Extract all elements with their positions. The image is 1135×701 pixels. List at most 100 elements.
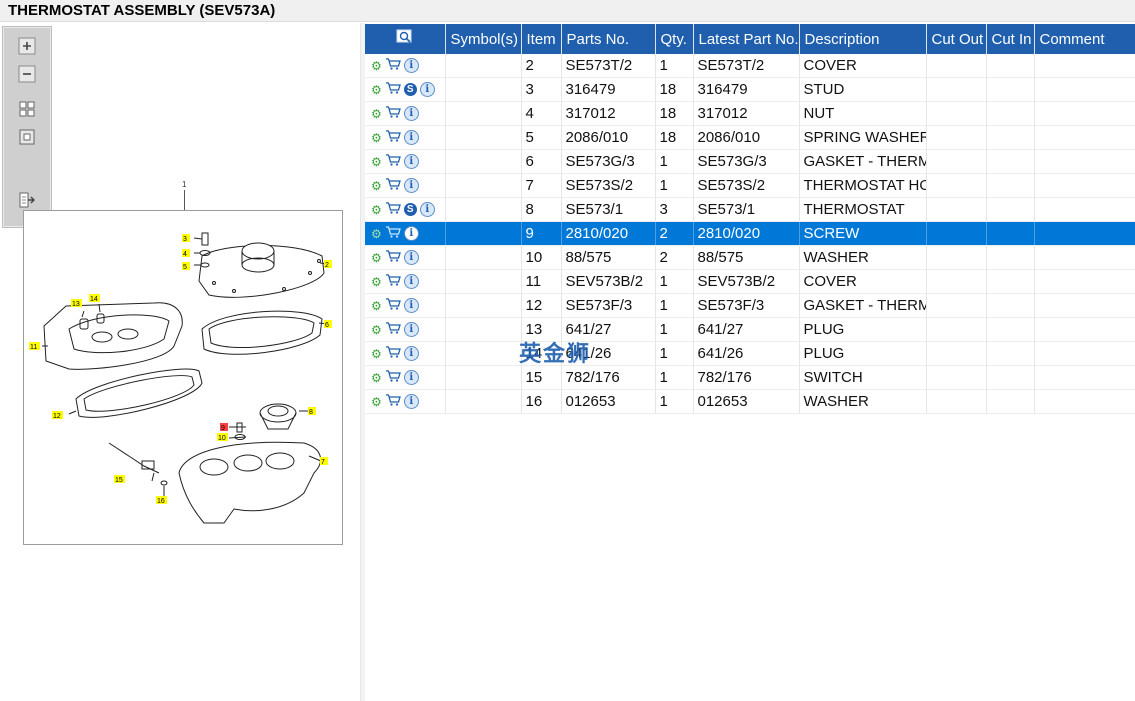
description-cell: SPRING WASHER [799,125,927,150]
zoom-in-icon[interactable] [16,35,38,57]
gear-icon[interactable]: ⚙ [371,372,382,384]
cart-icon[interactable] [385,369,401,386]
table-row[interactable]: ⚙ Si 3 316479 18 316479 STUD [365,77,1135,102]
latest-part-number-cell: SE573S/2 [693,173,800,198]
callout-15: 15 [115,477,123,484]
description-cell: WASHER [799,389,927,414]
cart-icon[interactable] [385,225,401,242]
qty-cell: 18 [655,125,694,150]
column-header-item[interactable]: Item [521,24,562,54]
info-icon[interactable]: i [403,130,419,146]
table-row[interactable]: ⚙i7SE573S/21SE573S/2THERMOSTAT HOUSING [365,173,1135,198]
column-header-parts-no[interactable]: Parts No. [561,24,656,54]
info-icon[interactable]: i [403,370,419,386]
fit-page-icon[interactable] [16,98,38,120]
gear-icon[interactable]: ⚙ [371,300,382,312]
zoom-out-icon[interactable] [16,63,38,85]
column-header-cut-in[interactable]: Cut In [986,24,1035,54]
latest-part-number-cell: 641/26 [693,341,800,366]
gear-icon[interactable]: ⚙ [371,132,382,144]
info-icon[interactable]: i [403,250,419,266]
gear-icon[interactable]: ⚙ [371,108,382,120]
cart-icon[interactable] [385,393,401,410]
table-row[interactable]: ⚙i12SE573F/31SE573F/3GASKET - THERMOSTAT [365,293,1135,318]
info-icon[interactable]: i [403,106,419,122]
gear-icon[interactable]: ⚙ [371,396,382,408]
table-row[interactable]: ⚙ i 5 2086/010 18 2086/010 SPRING WASHER [365,125,1135,150]
cart-icon[interactable] [385,249,401,266]
table-row[interactable]: ⚙ Si 8 SE573/1 3 SE573/1 THERMOSTAT [365,197,1135,222]
item-cell: 9 [521,221,562,246]
info-icon[interactable]: i [403,322,419,338]
cart-icon[interactable] [385,345,401,362]
gear-icon[interactable]: ⚙ [371,84,382,96]
table-row[interactable]: ⚙ i 14 641/26 1 641/26 PLUG [365,341,1135,366]
info-icon[interactable]: i [403,154,419,170]
row-action-icons: ⚙ i [365,221,446,246]
callout-10: 10 [218,435,226,442]
comment-cell [1034,101,1135,126]
callout-11: 11 [30,344,37,351]
cart-icon[interactable] [385,105,401,122]
gear-icon[interactable]: ⚙ [371,156,382,168]
info-icon[interactable]: i [403,58,419,74]
column-header-latest-part-no[interactable]: Latest Part No. [693,24,800,54]
gear-icon[interactable]: ⚙ [371,180,382,192]
info-icon[interactable]: i [403,346,419,362]
info-icon[interactable]: i [403,298,419,314]
row-action-icons: ⚙ i [365,173,446,198]
table-row[interactable]: ⚙i6SE573G/31SE573G/3GASKET - THERMOSTAT [365,149,1135,174]
gear-icon[interactable]: ⚙ [371,276,382,288]
gear-icon[interactable]: ⚙ [371,60,382,72]
column-header-qty[interactable]: Qty. [655,24,694,54]
top-callout-label: 1 [182,180,187,189]
cart-icon[interactable] [385,129,401,146]
info-icon[interactable]: i [419,202,435,218]
exploded-drawing[interactable]: 3 4 5 2 6 13 14 11 12 8 9 10 7 15 16 [23,210,343,545]
gear-icon[interactable]: ⚙ [371,204,382,216]
gear-icon[interactable]: ⚙ [371,324,382,336]
cart-icon[interactable] [385,297,401,314]
column-header-symbols[interactable]: Symbol(s) [445,24,522,54]
cart-icon[interactable] [385,321,401,338]
table-row[interactable]: ⚙ i 4 317012 18 317012 NUT [365,101,1135,126]
info-icon[interactable]: i [419,82,435,98]
comment-cell [1034,341,1135,366]
info-icon[interactable]: i [403,226,419,242]
info-icon[interactable]: i [403,178,419,194]
supersession-icon[interactable]: S [403,83,417,97]
table-row[interactable]: ⚙ i 11 SEV573B/2 1 SEV573B/2 COVER [365,269,1135,294]
actual-size-icon[interactable] [16,126,38,148]
cut-in-cell [986,77,1035,102]
gear-icon[interactable]: ⚙ [371,228,382,240]
table-row[interactable]: ⚙ i 15 782/176 1 782/176 SWITCH [365,365,1135,390]
row-action-icons: ⚙ i [365,389,446,414]
column-header-description[interactable]: Description [799,24,927,54]
cart-icon[interactable] [385,177,401,194]
table-row[interactable]: ⚙ i 10 88/575 2 88/575 WASHER [365,245,1135,270]
info-icon[interactable]: i [403,274,419,290]
description-cell: GASKET - THERMOSTAT [799,149,927,174]
supersession-icon[interactable]: S [403,203,417,217]
part-number-cell: 2810/020 [561,221,656,246]
symbols-cell [445,365,522,390]
info-icon[interactable]: i [403,394,419,410]
table-row[interactable]: ⚙ i 13 641/27 1 641/27 PLUG [365,317,1135,342]
column-header-comment[interactable]: Comment [1034,24,1135,54]
table-row[interactable]: ⚙ i 16 012653 1 012653 WASHER [365,389,1135,414]
table-row[interactable]: ⚙ i 2 SE573T/2 1 SE573T/2 COVER [365,54,1135,78]
cart-icon[interactable] [385,201,401,218]
gear-icon[interactable]: ⚙ [371,348,382,360]
column-header-tools[interactable] [365,24,446,54]
description-cell: NUT [799,101,927,126]
cart-icon[interactable] [385,273,401,290]
cart-icon[interactable] [385,153,401,170]
cart-icon[interactable] [385,81,401,98]
gear-icon[interactable]: ⚙ [371,252,382,264]
export-icon[interactable] [16,189,38,211]
comment-cell [1034,389,1135,414]
cut-out-cell [926,293,987,318]
column-header-cut-out[interactable]: Cut Out [926,24,987,54]
table-row[interactable]: ⚙ i 9 2810/020 2 2810/020 SCREW [365,221,1135,246]
cart-icon[interactable] [385,57,401,74]
